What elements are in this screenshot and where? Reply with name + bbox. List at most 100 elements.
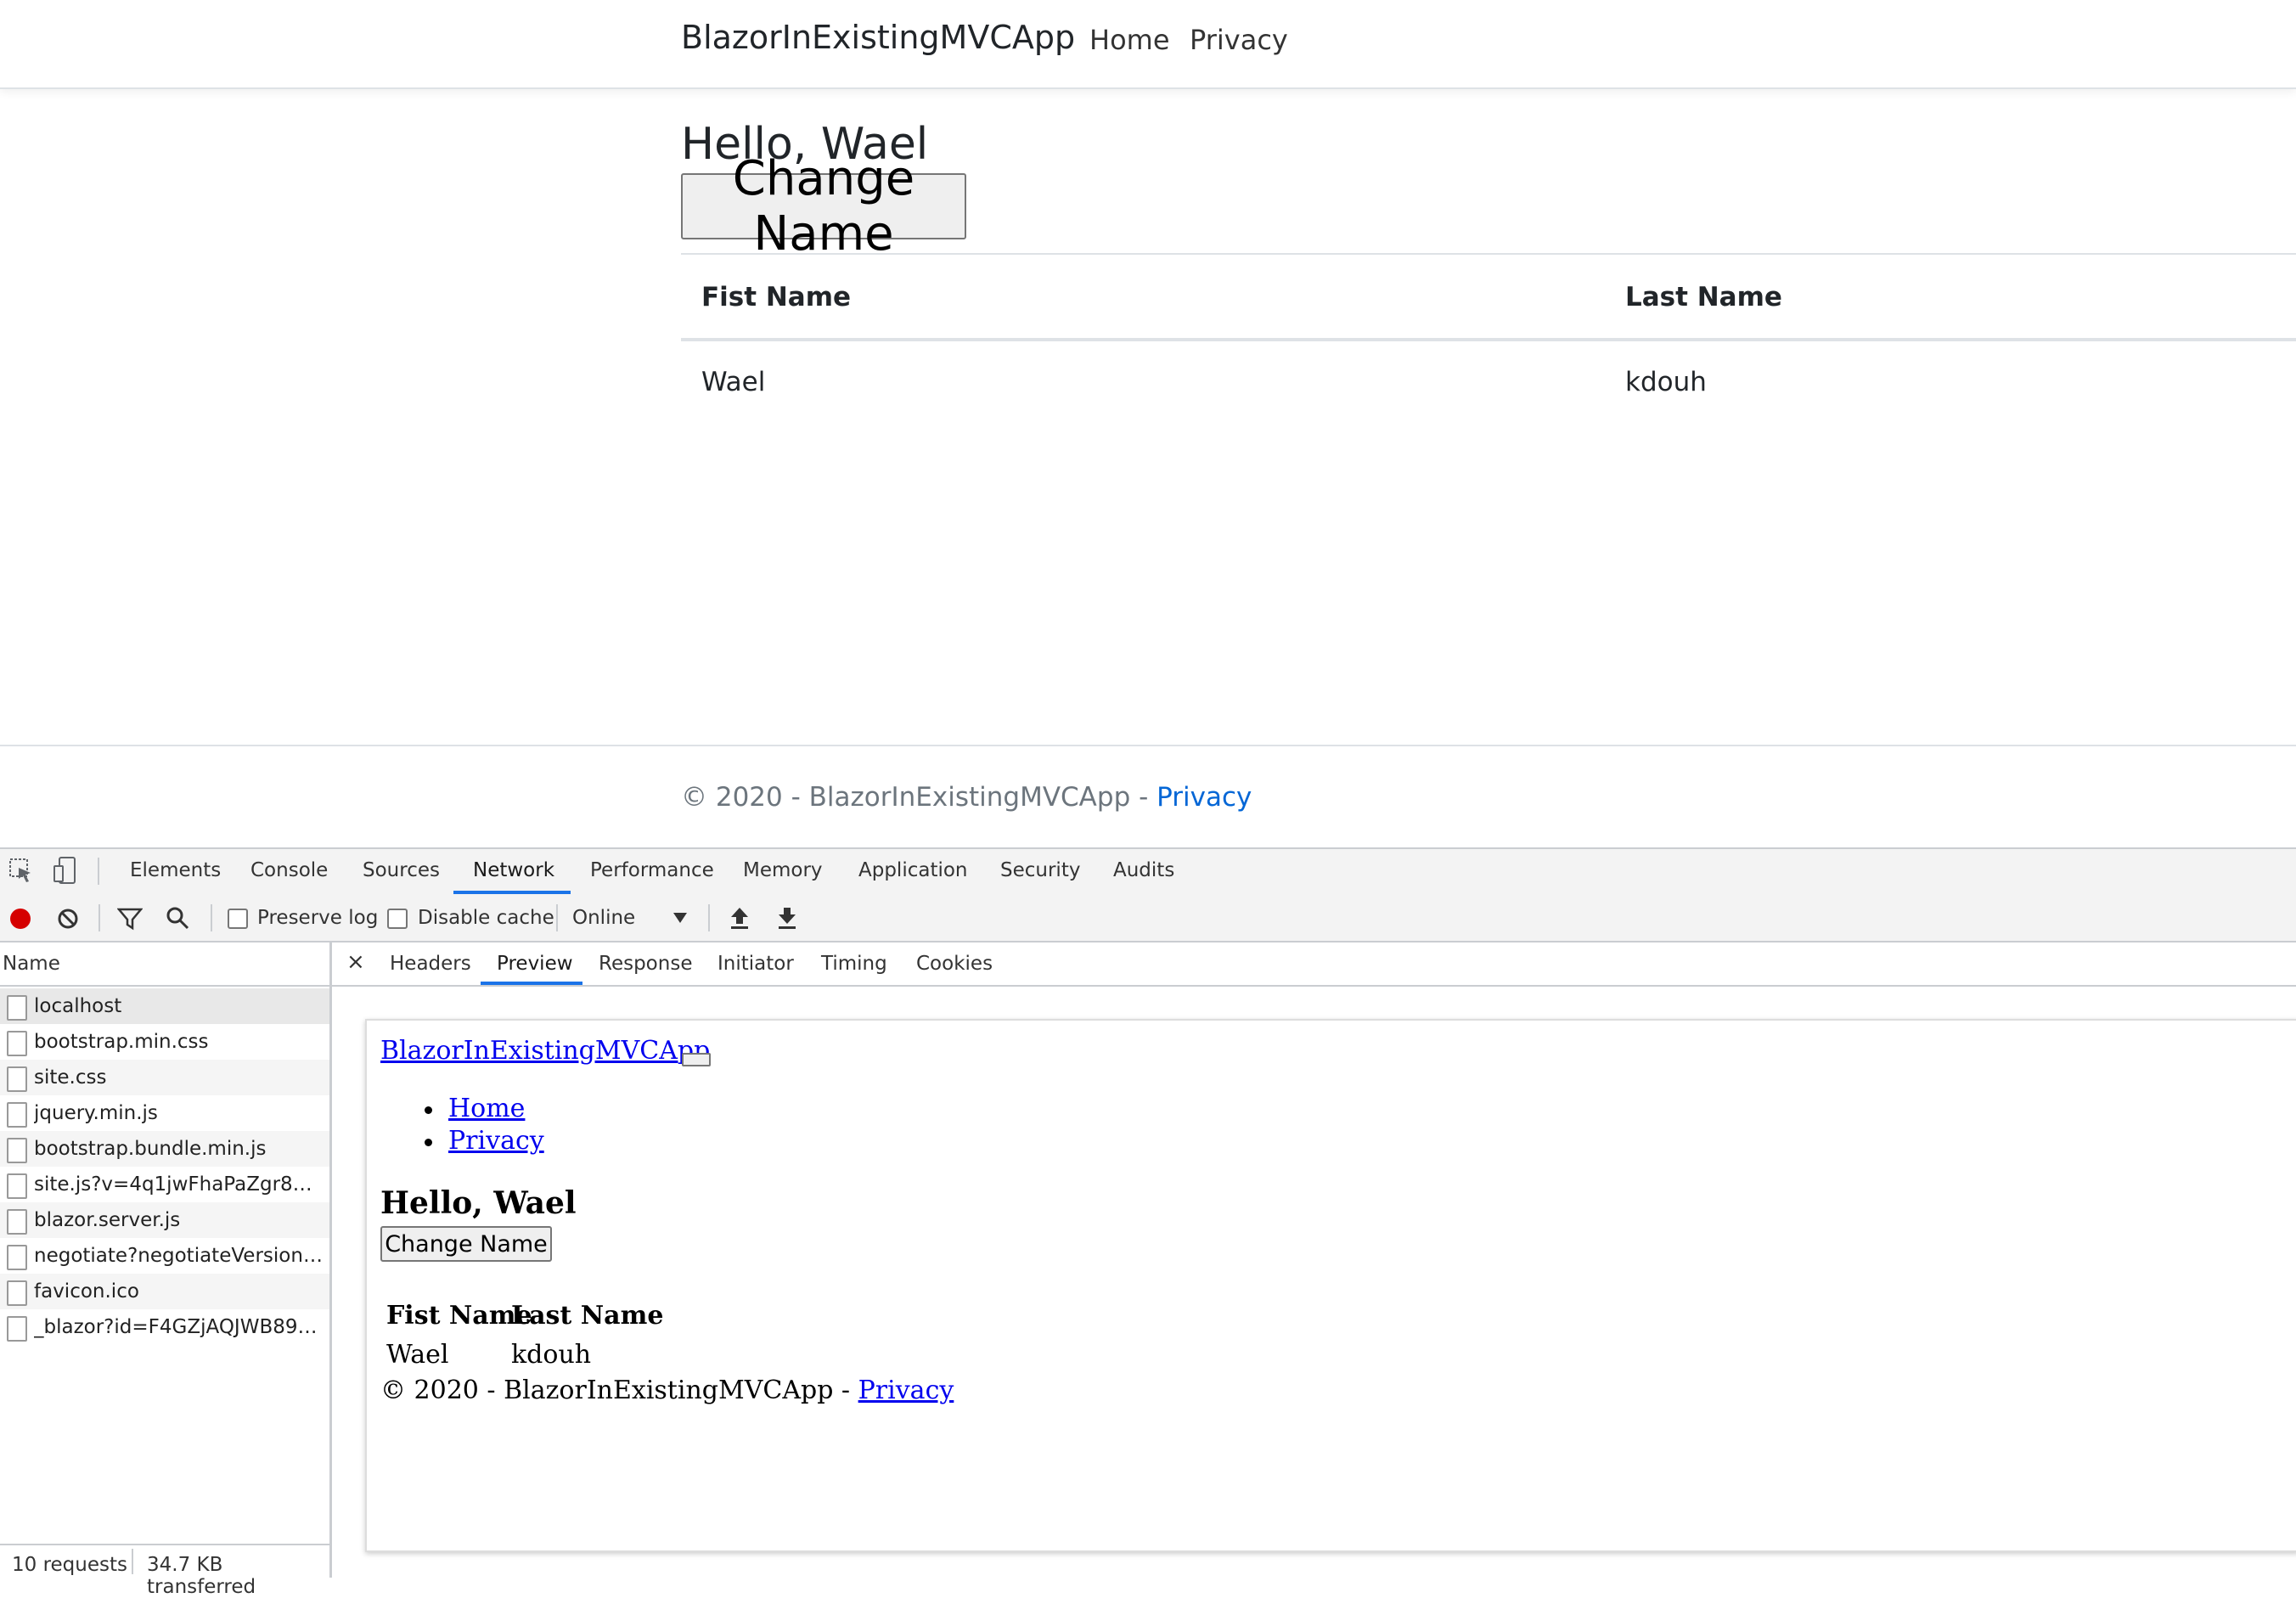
navbar-brand-link[interactable]: BlazorInExistingMVCApp bbox=[681, 19, 1075, 56]
preview-navbar-toggler[interactable] bbox=[682, 1053, 711, 1066]
tab-network[interactable]: Network bbox=[473, 859, 554, 881]
preview-td-last-name: kdouh bbox=[511, 1340, 592, 1370]
inspect-element-icon[interactable] bbox=[8, 858, 34, 885]
table-header-border bbox=[681, 338, 2296, 341]
preview-nav-home[interactable]: Home bbox=[448, 1094, 525, 1123]
request-row[interactable]: jquery.min.js bbox=[0, 1095, 329, 1131]
upload-har-icon[interactable] bbox=[729, 905, 751, 931]
toolbar-separator bbox=[556, 904, 558, 931]
preview-footer: © 2020 - BlazorInExistingMVCApp - Privac… bbox=[380, 1376, 954, 1405]
toolbar-separator bbox=[211, 904, 212, 931]
request-row[interactable]: site.js?v=4q1jwFhaPaZgr8WA... bbox=[0, 1167, 329, 1202]
request-row[interactable]: site.css bbox=[0, 1060, 329, 1095]
search-icon[interactable] bbox=[165, 905, 190, 931]
tab-elements[interactable]: Elements bbox=[130, 859, 221, 881]
filter-icon[interactable] bbox=[117, 907, 143, 931]
preview-td-first-name: Wael bbox=[386, 1340, 449, 1370]
footer: © 2020 - BlazorInExistingMVCApp - Privac… bbox=[681, 782, 1252, 813]
document-icon bbox=[7, 995, 27, 1021]
footer-text: © 2020 - BlazorInExistingMVCApp - bbox=[681, 782, 1157, 813]
name-column-header[interactable]: Name bbox=[0, 942, 329, 987]
status-separator bbox=[132, 1549, 133, 1574]
tab-audits[interactable]: Audits bbox=[1113, 859, 1174, 881]
request-name: site.css bbox=[34, 1066, 107, 1089]
request-name: blazor.server.js bbox=[34, 1209, 181, 1231]
request-name: _blazor?id=F4GZjAQJWB89d8... bbox=[34, 1316, 323, 1338]
toolbar-separator bbox=[708, 904, 710, 931]
detail-tab-cookies[interactable]: Cookies bbox=[916, 953, 993, 975]
document-icon bbox=[7, 1102, 27, 1128]
detail-tab-preview-active-indicator bbox=[481, 982, 582, 985]
toolbar-separator bbox=[98, 904, 100, 931]
table-top-border bbox=[681, 253, 2296, 255]
table-header-last-name: Last Name bbox=[1625, 282, 1782, 312]
nav-link-privacy[interactable]: Privacy bbox=[1190, 24, 1288, 56]
request-name: bootstrap.bundle.min.js bbox=[34, 1138, 267, 1160]
chevron-down-icon[interactable] bbox=[672, 912, 688, 924]
request-name: jquery.min.js bbox=[34, 1102, 158, 1124]
request-row[interactable]: bootstrap.min.css bbox=[0, 1024, 329, 1060]
table-header-first-name: Fist Name bbox=[701, 282, 852, 312]
request-row[interactable]: bootstrap.bundle.min.js bbox=[0, 1131, 329, 1167]
request-name: localhost bbox=[34, 995, 122, 1017]
preserve-log-checkbox[interactable] bbox=[228, 909, 248, 929]
response-preview-frame bbox=[365, 1019, 2296, 1552]
preview-nav-privacy[interactable]: Privacy bbox=[448, 1126, 544, 1156]
footer-divider bbox=[0, 745, 2296, 746]
throttling-select[interactable]: Online bbox=[572, 907, 635, 929]
device-toolbar-icon[interactable] bbox=[53, 856, 78, 885]
detail-tab-preview[interactable]: Preview bbox=[497, 953, 573, 975]
request-row[interactable]: negotiate?negotiateVersion=1 bbox=[0, 1238, 329, 1274]
document-icon bbox=[7, 1316, 27, 1342]
request-row[interactable]: _blazor?id=F4GZjAQJWB89d8... bbox=[0, 1309, 329, 1345]
preview-footer-text: © 2020 - BlazorInExistingMVCApp - bbox=[380, 1376, 858, 1405]
disable-cache-label: Disable cache bbox=[418, 907, 554, 929]
tab-memory[interactable]: Memory bbox=[743, 859, 823, 881]
requests-count: 10 requests bbox=[12, 1554, 127, 1576]
preserve-log-label: Preserve log bbox=[257, 907, 379, 929]
request-name: bootstrap.min.css bbox=[34, 1031, 209, 1053]
tab-console[interactable]: Console bbox=[250, 859, 328, 881]
document-icon bbox=[7, 1066, 27, 1092]
preview-th-last-name: Last Name bbox=[511, 1301, 664, 1331]
request-name: negotiate?negotiateVersion=1 bbox=[34, 1245, 323, 1267]
tab-sources[interactable]: Sources bbox=[363, 859, 440, 881]
preview-footer-privacy-link[interactable]: Privacy bbox=[858, 1376, 954, 1405]
download-har-icon[interactable] bbox=[776, 905, 798, 931]
detail-tab-response[interactable]: Response bbox=[599, 953, 692, 975]
detail-tab-timing[interactable]: Timing bbox=[821, 953, 887, 975]
document-icon bbox=[7, 1245, 27, 1270]
close-detail-button[interactable]: × bbox=[346, 949, 365, 975]
tab-application[interactable]: Application bbox=[858, 859, 968, 881]
document-icon bbox=[7, 1280, 27, 1306]
preview-greeting: Hello, Wael bbox=[380, 1185, 577, 1221]
footer-privacy-link[interactable]: Privacy bbox=[1156, 782, 1252, 813]
preview-brand-link[interactable]: BlazorInExistingMVCApp bbox=[380, 1036, 710, 1066]
disable-cache-checkbox[interactable] bbox=[387, 909, 408, 929]
request-name: site.js?v=4q1jwFhaPaZgr8WA... bbox=[34, 1173, 323, 1196]
document-icon bbox=[7, 1209, 27, 1235]
table-cell-first-name: Wael bbox=[701, 367, 766, 397]
preview-bullet-icon bbox=[425, 1106, 432, 1114]
clear-icon[interactable] bbox=[56, 907, 80, 931]
record-icon[interactable] bbox=[10, 909, 31, 929]
transferred-size: 34.7 KB transferred bbox=[147, 1554, 256, 1598]
document-icon bbox=[7, 1173, 27, 1199]
document-icon bbox=[7, 1031, 27, 1056]
tab-performance[interactable]: Performance bbox=[590, 859, 714, 881]
detail-tab-initiator[interactable]: Initiator bbox=[718, 953, 794, 975]
nav-link-home[interactable]: Home bbox=[1089, 24, 1170, 56]
request-row[interactable]: localhost bbox=[0, 988, 329, 1024]
toolbar-separator bbox=[98, 858, 99, 885]
table-cell-last-name: kdouh bbox=[1625, 367, 1707, 397]
network-status-bar: 10 requests 34.7 KB transferred bbox=[0, 1544, 329, 1598]
document-icon bbox=[7, 1138, 27, 1163]
name-column-label: Name bbox=[3, 953, 60, 975]
change-name-button[interactable]: Change Name bbox=[681, 151, 966, 262]
tab-security[interactable]: Security bbox=[1000, 859, 1080, 881]
request-row[interactable]: favicon.ico bbox=[0, 1274, 329, 1309]
request-row[interactable]: blazor.server.js bbox=[0, 1202, 329, 1238]
preview-bullet-icon bbox=[425, 1139, 432, 1146]
detail-tab-headers[interactable]: Headers bbox=[390, 953, 471, 975]
preview-change-name-button[interactable]: Change Name bbox=[380, 1226, 552, 1262]
